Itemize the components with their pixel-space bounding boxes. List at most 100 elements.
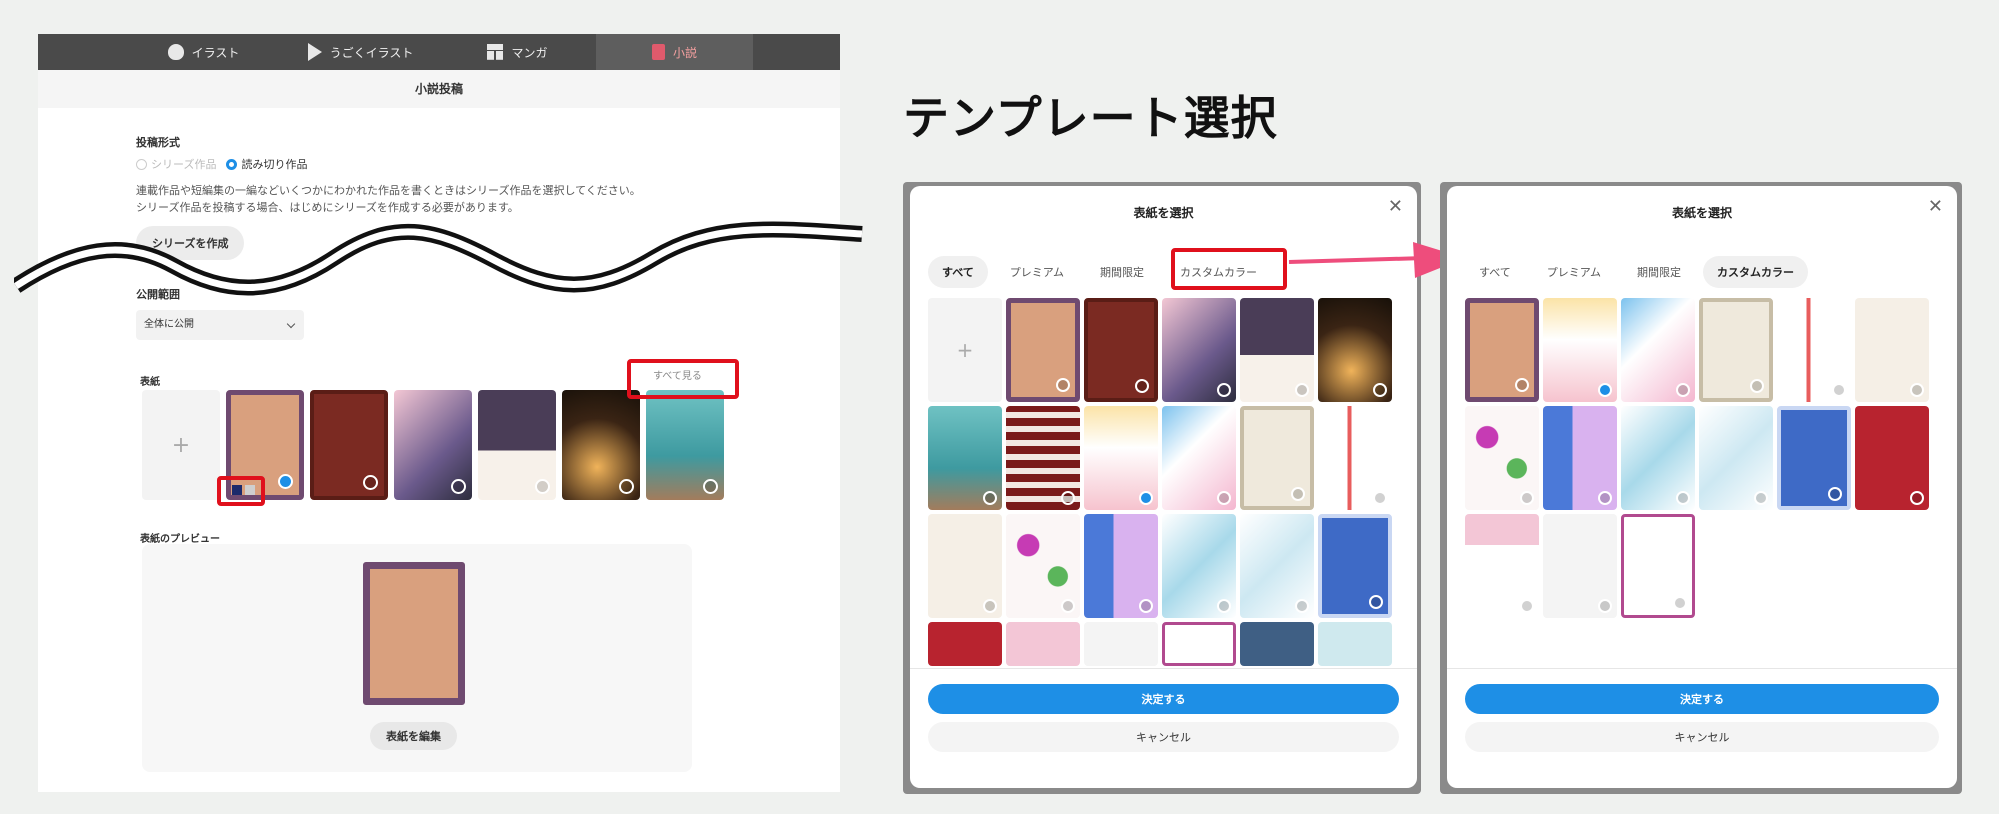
check-icon — [1832, 383, 1846, 397]
check-icon — [1598, 383, 1612, 397]
color-swatches — [232, 485, 255, 495]
cover-cell[interactable] — [1543, 406, 1617, 510]
swatch — [245, 485, 255, 495]
check-icon — [1139, 599, 1153, 613]
cover-cell[interactable] — [1006, 622, 1080, 666]
cover-cell[interactable] — [1318, 622, 1392, 666]
page-title: 小説投稿 — [38, 70, 840, 108]
radio-series[interactable]: シリーズ作品 — [136, 156, 216, 172]
cover-cell[interactable] — [1318, 298, 1392, 402]
tab-manga[interactable]: マンガ — [439, 34, 596, 70]
filter-custom-color[interactable]: カスタムカラー — [1703, 256, 1809, 288]
cover-thumb[interactable] — [562, 390, 640, 500]
close-icon[interactable]: ✕ — [1388, 196, 1403, 217]
cover-cell[interactable] — [1855, 298, 1929, 402]
cover-cell[interactable] — [1777, 298, 1851, 402]
cover-cell[interactable] — [1006, 514, 1080, 618]
cover-cell[interactable] — [1240, 298, 1314, 402]
cover-cell[interactable] — [1699, 298, 1773, 402]
cover-cell[interactable] — [1162, 298, 1236, 402]
cover-cell[interactable] — [1621, 406, 1695, 510]
confirm-button[interactable]: 決定する — [1465, 684, 1939, 714]
modal-divider — [1447, 668, 1957, 669]
cover-cell[interactable] — [1084, 622, 1158, 666]
check-icon — [1828, 487, 1842, 501]
cover-cell[interactable] — [1699, 406, 1773, 510]
cover-cell[interactable] — [1162, 514, 1236, 618]
scope-select[interactable]: 全体に公開 — [136, 310, 304, 340]
post-type-label: 投稿形式 — [136, 136, 180, 149]
check-icon — [619, 479, 634, 494]
swatch — [232, 485, 242, 495]
cover-cell[interactable] — [1855, 406, 1929, 510]
post-type-radios: シリーズ作品 読み切り作品 — [136, 156, 756, 172]
cover-cell[interactable] — [1084, 298, 1158, 402]
filter-limited[interactable]: 期間限定 — [1086, 256, 1158, 288]
cover-cell[interactable] — [928, 406, 1002, 510]
filter-limited[interactable]: 期間限定 — [1623, 256, 1695, 288]
check-icon — [1217, 491, 1231, 505]
cover-cell[interactable] — [1240, 406, 1314, 510]
check-icon — [1673, 596, 1687, 610]
cover-thumb[interactable] — [310, 390, 388, 500]
cover-cell[interactable] — [1543, 298, 1617, 402]
cover-cell[interactable] — [1162, 622, 1236, 666]
tab-ugoira[interactable]: うごくイラスト — [282, 34, 439, 70]
check-icon — [1061, 491, 1075, 505]
filter-all[interactable]: すべて — [928, 256, 988, 288]
check-icon — [1295, 599, 1309, 613]
filter-all[interactable]: すべて — [1465, 256, 1525, 288]
cover-cell[interactable] — [1465, 514, 1539, 618]
grid-icon — [487, 44, 504, 60]
modal-title: 表紙を選択 — [1671, 206, 1732, 220]
cover-cell[interactable] — [1006, 298, 1080, 402]
confirm-button[interactable]: 決定する — [928, 684, 1399, 714]
filter-premium[interactable]: プレミアム — [1533, 256, 1615, 288]
cover-thumb[interactable] — [646, 390, 724, 500]
cover-cell[interactable] — [1162, 406, 1236, 510]
modal-divider — [910, 668, 1417, 669]
check-icon — [1598, 491, 1612, 505]
cover-cell[interactable] — [1084, 514, 1158, 618]
edit-cover-button[interactable]: 表紙を編集 — [370, 722, 457, 750]
cancel-button[interactable]: キャンセル — [928, 722, 1399, 752]
filter-premium[interactable]: プレミアム — [996, 256, 1078, 288]
check-icon — [1520, 491, 1534, 505]
tab-novel[interactable]: 小説 — [596, 34, 753, 70]
cover-cell[interactable] — [1465, 298, 1539, 402]
cover-grid: + — [928, 298, 1392, 726]
radio-oneshot[interactable]: 読み切り作品 — [226, 156, 307, 172]
cover-cell[interactable] — [1318, 406, 1392, 510]
cancel-button[interactable]: キャンセル — [1465, 722, 1939, 752]
check-icon — [1056, 378, 1070, 392]
apple-icon — [167, 44, 184, 60]
modal-title: 表紙を選択 — [1133, 206, 1194, 220]
check-icon — [1369, 595, 1383, 609]
check-icon — [1135, 379, 1149, 393]
radio-circle — [226, 158, 238, 170]
cover-cell[interactable] — [1318, 514, 1392, 618]
cover-thumb[interactable] — [478, 390, 556, 500]
check-icon — [1676, 491, 1690, 505]
custom-color-highlight — [1171, 248, 1287, 290]
cover-cell[interactable] — [1543, 514, 1617, 618]
cover-cell[interactable] — [1621, 298, 1695, 402]
tab-label: うごくイラスト — [329, 45, 414, 60]
cover-cell[interactable] — [1084, 406, 1158, 510]
cover-cell[interactable] — [1621, 514, 1695, 618]
add-cover-button[interactable]: + — [142, 390, 220, 500]
cover-cell[interactable] — [1240, 514, 1314, 618]
close-icon[interactable]: ✕ — [1928, 196, 1943, 217]
cover-cell[interactable] — [1240, 622, 1314, 666]
add-cover-button[interactable]: + — [928, 298, 1002, 402]
cover-cell[interactable] — [928, 514, 1002, 618]
tab-illust[interactable]: イラスト — [125, 34, 282, 70]
cover-label: 表紙 — [140, 377, 160, 388]
check-icon — [363, 475, 378, 490]
cover-cell[interactable] — [928, 622, 1002, 666]
cover-cell[interactable] — [1777, 406, 1851, 510]
cover-thumb[interactable] — [394, 390, 472, 500]
cover-cell[interactable] — [1465, 406, 1539, 510]
wavy-cut-mark — [14, 221, 863, 296]
cover-cell[interactable] — [1006, 406, 1080, 510]
